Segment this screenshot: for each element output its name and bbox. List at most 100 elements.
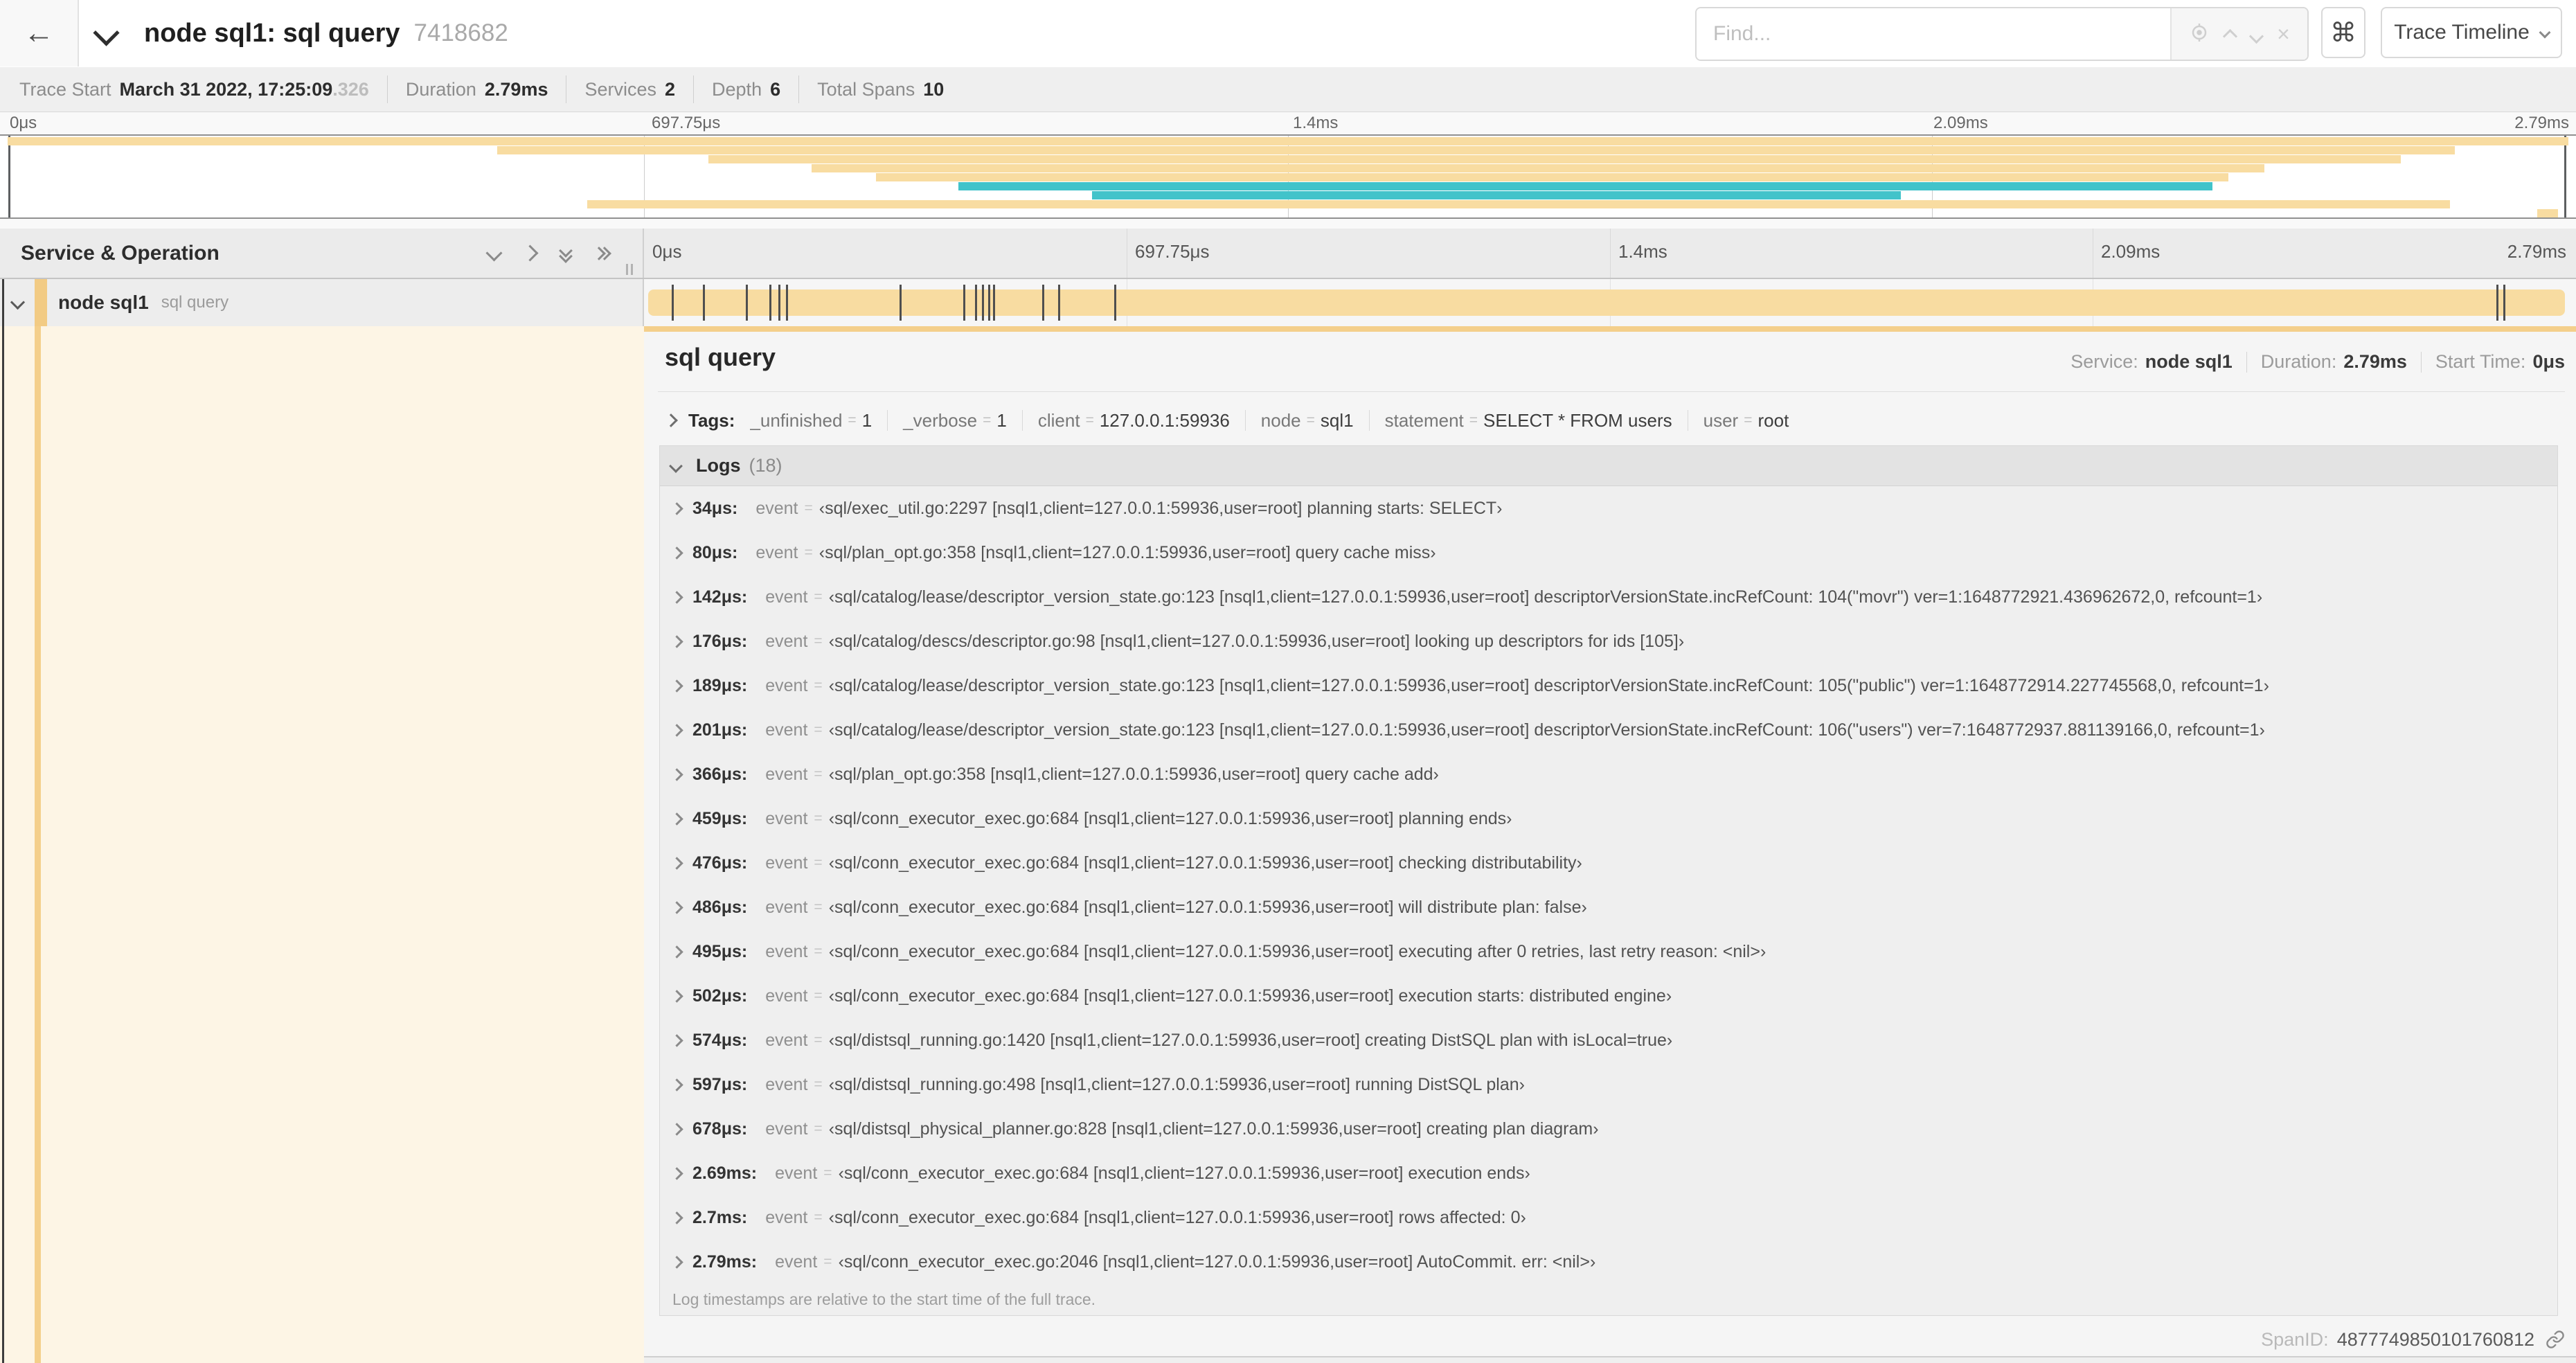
log-field-value: ‹sql/catalog/lease/descriptor_version_st… xyxy=(828,587,2263,607)
span-detail-indent-column xyxy=(0,326,644,1363)
log-row[interactable]: 574μs: event = ‹sql/distsql_running.go:1420… xyxy=(660,1018,2557,1062)
log-field-key: event xyxy=(765,986,808,1006)
logs-header[interactable]: Logs (18) xyxy=(660,446,2557,486)
equals-sign: = xyxy=(814,633,823,649)
log-marker-tick xyxy=(703,285,705,321)
trace-collapse-toggle[interactable] xyxy=(93,19,120,46)
expand-one-icon[interactable] xyxy=(521,244,539,262)
log-row[interactable]: 486μs: event = ‹sql/conn_executor_exec.go:6… xyxy=(660,885,2557,929)
back-button[interactable]: ← xyxy=(0,0,79,66)
log-row[interactable]: 366μs: event = ‹sql/plan_opt.go:358 [nsql1,… xyxy=(660,752,2557,796)
log-row[interactable]: 176μs: event = ‹sql/catalog/descs/descripto… xyxy=(660,619,2557,663)
tag-value: root xyxy=(1757,409,1789,431)
page-header: ← node sql1: sql query 7418682 × xyxy=(0,0,2576,66)
log-field-value: ‹sql/conn_executor_exec.go:684 [nsql1,cl… xyxy=(828,986,1672,1006)
collapse-one-icon[interactable] xyxy=(485,244,503,262)
log-timestamp: 678μs: xyxy=(692,1119,748,1139)
span-row-bar-cell[interactable] xyxy=(644,279,2576,326)
info-value: 2.79ms xyxy=(484,78,548,100)
meta-divider xyxy=(2420,351,2422,373)
span-collapse-toggle[interactable] xyxy=(10,294,26,311)
find-next-icon[interactable] xyxy=(2248,23,2264,45)
find-prev-icon[interactable] xyxy=(2223,23,2238,45)
log-row[interactable]: 2.79ms: event = ‹sql/conn_executor_exec.go:… xyxy=(660,1240,2557,1284)
chevron-down-icon xyxy=(2539,26,2551,39)
minimap-canvas[interactable] xyxy=(0,134,2576,219)
log-timestamp: 574μs: xyxy=(692,1030,748,1050)
minimap-scrubber-right[interactable] xyxy=(2564,136,2566,217)
log-timestamp: 476μs: xyxy=(692,853,748,873)
span-row-name-cell[interactable]: node sql1 sql query xyxy=(0,279,644,326)
keyboard-shortcuts-button[interactable]: ⌘ xyxy=(2321,7,2365,58)
log-row[interactable]: 459μs: event = ‹sql/conn_executor_exec.go:6… xyxy=(660,796,2557,841)
span-row[interactable]: node sql1 sql query xyxy=(0,279,2576,326)
locate-icon[interactable] xyxy=(2189,22,2210,46)
timeline-tick-label: 1.4ms xyxy=(1618,241,1667,262)
equals-sign: = xyxy=(804,544,813,560)
chevron-right-icon xyxy=(670,1033,683,1047)
log-row[interactable]: 476μs: event = ‹sql/conn_executor_exec.go:6… xyxy=(660,841,2557,885)
log-row[interactable]: 495μs: event = ‹sql/conn_executor_exec.go:6… xyxy=(660,929,2557,974)
log-marker-tick xyxy=(672,285,674,321)
log-field-key: event xyxy=(755,498,798,518)
log-row[interactable]: 502μs: event = ‹sql/conn_executor_exec.go:6… xyxy=(660,974,2557,1018)
log-field-key: event xyxy=(765,897,808,917)
find-clear-icon[interactable]: × xyxy=(2277,23,2290,45)
minimap-span-bar xyxy=(1092,191,1902,199)
command-icon: ⌘ xyxy=(2330,18,2356,48)
log-field-key: event xyxy=(765,941,808,961)
log-field-value: ‹sql/conn_executor_exec.go:2046 [nsql1,c… xyxy=(838,1251,1596,1272)
log-row[interactable]: 34μs: event = ‹sql/exec_util.go:2297 [nsql1… xyxy=(660,486,2557,531)
span-id-label: SpanID: xyxy=(2261,1328,2329,1350)
log-row[interactable]: 678μs: event = ‹sql/distsql_physical_planne… xyxy=(660,1107,2557,1151)
logs-list: 34μs: event = ‹sql/exec_util.go:2297 [nsql1… xyxy=(660,486,2557,1284)
view-selector-button[interactable]: Trace Timeline xyxy=(2381,7,2562,58)
tags-accordion[interactable]: Tags: _unfinished = 1 _verbose = 1 client = 127.… xyxy=(664,402,1789,438)
log-marker-tick xyxy=(1042,285,1044,321)
column-resize-grip[interactable] xyxy=(626,264,633,275)
service-operation-header: Service & Operation xyxy=(0,229,644,278)
log-field-value: ‹sql/plan_opt.go:358 [nsql1,client=127.0… xyxy=(828,764,1439,784)
logs-count: (18) xyxy=(749,455,782,476)
minimap-span-bar xyxy=(958,182,2213,190)
tag-key: _verbose xyxy=(903,409,978,431)
equals-sign: = xyxy=(814,1032,823,1048)
log-row[interactable]: 201μs: event = ‹sql/catalog/lease/descripto… xyxy=(660,708,2557,752)
equals-sign: = xyxy=(1469,412,1478,428)
log-marker-tick xyxy=(786,285,788,321)
log-row[interactable]: 597μs: event = ‹sql/distsql_running.go:498 … xyxy=(660,1062,2557,1107)
log-timestamp: 597μs: xyxy=(692,1074,748,1094)
find-input[interactable] xyxy=(1697,8,2170,60)
span-service-name: node sql1 sql query xyxy=(58,279,229,326)
trace-id: 7418682 xyxy=(413,19,508,46)
equals-sign: = xyxy=(814,988,823,1004)
log-row[interactable]: 2.7ms: event = ‹sql/conn_executor_exec.go:6… xyxy=(660,1195,2557,1240)
log-marker-tick xyxy=(963,285,965,321)
equals-sign: = xyxy=(814,1121,823,1137)
log-row[interactable]: 142μs: event = ‹sql/catalog/lease/descripto… xyxy=(660,575,2557,619)
service-color-strip xyxy=(35,279,47,326)
log-marker-tick xyxy=(975,285,977,321)
trace-minimap: 0μs 697.75μs 1.4ms 2.09ms 2.79ms xyxy=(0,112,2576,229)
log-timestamp: 366μs: xyxy=(692,764,748,784)
link-icon[interactable] xyxy=(2546,1330,2565,1349)
expand-all-icon[interactable] xyxy=(592,246,611,260)
equals-sign: = xyxy=(814,899,823,915)
timeline-tick-label: 0μs xyxy=(652,241,682,262)
equals-sign: = xyxy=(814,677,823,693)
span-duration-bar[interactable] xyxy=(648,289,2565,316)
equals-sign: = xyxy=(983,412,992,428)
log-row[interactable]: 80μs: event = ‹sql/plan_opt.go:358 [nsql1,c… xyxy=(660,531,2557,575)
detail-top-accent xyxy=(644,326,2576,332)
info-value: March 31 2022, 17:25:09 xyxy=(119,78,333,100)
minimap-span-bar xyxy=(497,146,2456,154)
minimap-scrubber-left[interactable] xyxy=(8,136,10,217)
log-row[interactable]: 189μs: event = ‹sql/catalog/lease/descripto… xyxy=(660,663,2557,708)
timeline-tick-label: 2.09ms xyxy=(2101,241,2161,262)
log-row[interactable]: 2.69ms: event = ‹sql/conn_executor_exec.go:… xyxy=(660,1151,2557,1195)
log-field-key: event xyxy=(765,808,808,828)
collapse-all-icon[interactable] xyxy=(557,243,575,263)
log-field-value: ‹sql/catalog/lease/descriptor_version_st… xyxy=(828,675,2269,695)
log-field-key: event xyxy=(765,1119,808,1139)
equals-sign: = xyxy=(823,1165,832,1181)
